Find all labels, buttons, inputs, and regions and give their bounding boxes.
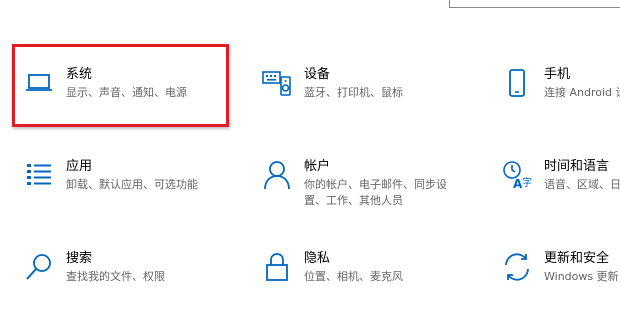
tile-accounts-desc: 你的帐户、电子邮件、同步设置、工作、其他人员 [304,178,447,207]
devices-icon [260,66,294,100]
tile-search[interactable]: 搜索 查找我的文件、权限 [22,250,242,309]
sync-icon [500,250,534,284]
tile-devices[interactable]: 设备 蓝牙、打印机、鼠标 [260,66,480,140]
search-box[interactable] [449,0,620,8]
tile-phone-desc: 连接 Android 设 [544,86,620,99]
tile-accounts[interactable]: 帐户 你的帐户、电子邮件、同步设置、工作、其他人员 [260,158,480,232]
tile-update-security[interactable]: 更新和安全 Windows 更新 [500,250,620,309]
tile-phone[interactable]: 手机 连接 Android 设 [500,66,620,140]
tile-privacy[interactable]: 隐私 位置、相机、麦克风 [260,250,480,309]
tile-search-desc: 查找我的文件、权限 [66,270,165,283]
tile-system[interactable]: 系统 显示、声音、通知、电源 [22,66,242,140]
time-language-icon: A 字 [500,158,534,192]
tile-system-title: 系统 [66,67,93,82]
tile-apps-title: 应用 [66,159,93,174]
svg-text:字: 字 [522,176,532,189]
settings-home: 系统 显示、声音、通知、电源 设备 蓝牙、打印机、鼠标 手机 连接 Androi… [0,0,620,309]
tile-privacy-title: 隐私 [304,251,331,266]
tile-accounts-title: 帐户 [304,159,331,174]
tile-phone-title: 手机 [544,67,571,82]
laptop-icon [22,66,56,100]
apps-list-icon [22,158,56,192]
tile-apps-desc: 卸载、默认应用、可选功能 [66,178,198,191]
tile-time-language-desc: 语音、区域、日 [544,178,620,191]
phone-icon [500,66,534,100]
tile-privacy-desc: 位置、相机、麦克风 [304,270,403,283]
tile-devices-desc: 蓝牙、打印机、鼠标 [304,86,403,99]
tile-time-language[interactable]: A 字 时间和语言 语音、区域、日 [500,158,620,232]
tile-system-desc: 显示、声音、通知、电源 [66,86,187,99]
tile-update-security-title: 更新和安全 [544,251,610,266]
person-icon [260,158,294,192]
lock-icon [260,250,294,284]
tile-search-title: 搜索 [66,251,93,266]
tile-time-language-title: 时间和语言 [544,159,610,174]
tile-devices-title: 设备 [304,67,331,82]
tile-update-security-desc: Windows 更新 [544,270,619,283]
search-icon [22,250,56,284]
tile-apps[interactable]: 应用 卸载、默认应用、可选功能 [22,158,242,232]
